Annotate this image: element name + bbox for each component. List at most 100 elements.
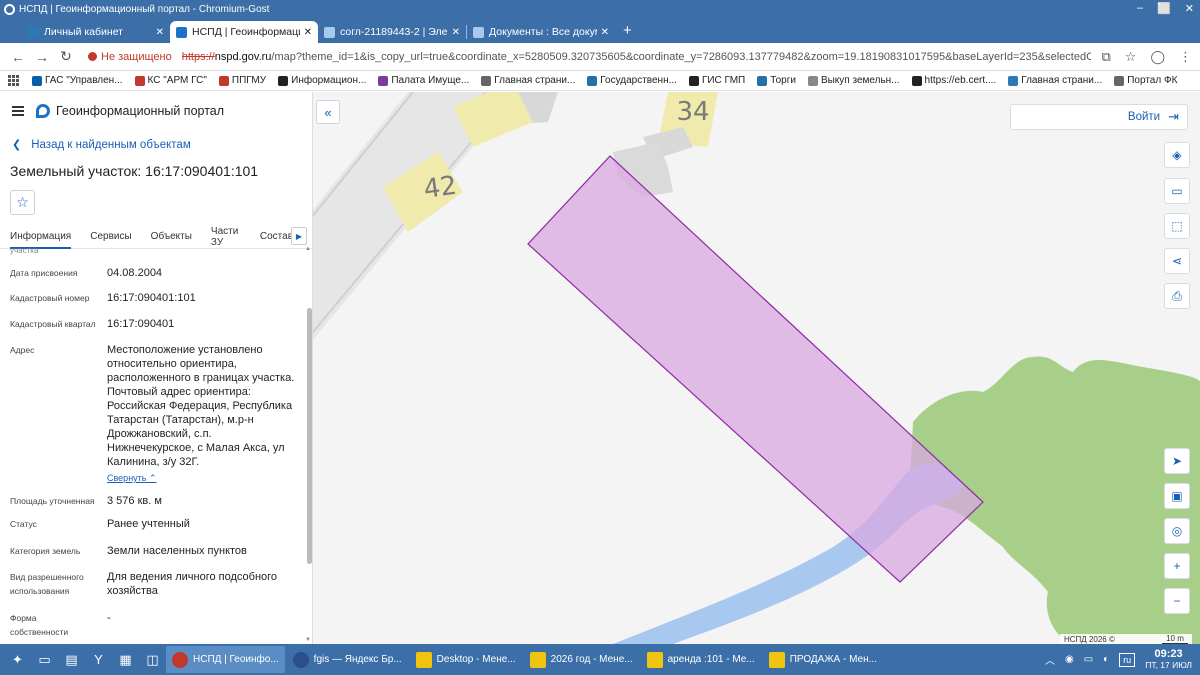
apps-grid-icon[interactable] [8,74,20,87]
taskbar-app[interactable]: Desktop - Мене... [410,646,522,673]
bookmark-item[interactable]: КС "АРМ ГС" [134,75,207,86]
app-icon [292,651,309,668]
tab-documents[interactable]: Документы : Все докуме ✕ [467,21,615,43]
tab-label: Личный кабинет [44,26,123,38]
bookmark-item[interactable]: Главная страни... [1008,75,1102,86]
taskbar-app[interactable]: аренда :101 - Ме... [641,646,761,673]
bookmark-item[interactable]: Выкуп земельн... [807,75,900,86]
keyboard-layout[interactable]: ru [1119,652,1136,667]
scrollbar-thumb[interactable] [307,308,312,564]
collapse-panel-button[interactable]: « [316,100,340,124]
location-search-button[interactable]: ◎ [1164,518,1190,544]
start-menu-icon[interactable]: ✦ [8,650,27,669]
tab-objects[interactable]: Объекты [151,225,192,249]
security-indicator[interactable]: Не защищено [88,51,172,63]
yandex-browser-icon[interactable]: Y [89,650,108,669]
minimize-icon[interactable]: ‒ [1137,2,1143,15]
tab-close-icon[interactable]: ✕ [452,27,460,38]
tab-nspd[interactable]: НСПД | Геоинформацио ✕ [170,21,318,43]
zoom-in-button[interactable]: + [1164,553,1190,579]
bookmark-favicon-icon [32,75,42,86]
bookmark-favicon-icon [1008,75,1019,86]
prop-key: Кадастровый квартал [10,319,96,329]
prop-key: Вид разрешенного использования [10,572,84,596]
tab-composition[interactable]: Состав [260,225,293,249]
hamburger-menu-icon[interactable] [12,104,24,118]
tab-close-icon[interactable]: ✕ [304,27,312,38]
scale-bar: 10 m [1162,634,1188,644]
taskbar-app[interactable]: ПРОДАЖА - Мен... [763,646,883,673]
taskbar-app[interactable]: 2026 год - Мене... [524,646,639,673]
prop-key: Форма собственности [10,613,69,637]
prop-value: 3 576 кв. м [107,495,162,507]
bookmark-star-icon[interactable]: ☆ [1125,49,1137,65]
tray-expand-icon[interactable]: ︿ [1045,652,1055,667]
menu-dots-icon[interactable]: ⋮ [1179,49,1192,65]
tabs-next-button[interactable]: ▶ [291,227,307,245]
profile-icon[interactable]: ◯ [1150,49,1165,65]
bookmark-favicon-icon [587,75,598,86]
tab-close-icon[interactable]: ✕ [156,27,164,38]
map-view[interactable]: 42 34 « Войти ⇥ ◈ ▭ ⬚ ⋖ ⎙ ➤ ▣ ◎ + − НСПД… [313,92,1200,644]
bookmark-item[interactable]: ППГМУ [218,75,266,86]
back-arrow-icon[interactable]: ← [8,49,28,65]
folder-icon [529,651,546,668]
tab-sogl[interactable]: согл-21189443-2 | Элект ✕ [318,21,466,43]
bookmark-label: ГИС ГМП [701,75,746,86]
share-button[interactable]: ⋖ [1164,248,1190,274]
print-button[interactable]: ⎙ [1164,283,1190,309]
zoom-out-button[interactable]: − [1164,588,1190,614]
share-icon: ⋖ [1171,254,1183,268]
basemap-button[interactable]: ▣ [1164,483,1190,509]
extensions-icon[interactable]: ⧉ [1101,49,1110,65]
bookmark-item[interactable]: Главная страни... [481,75,575,86]
bookmark-item[interactable]: ГАС "Управлен... [32,75,123,86]
bookmark-item[interactable]: https://eb.cert.... [911,75,996,86]
bookmark-item[interactable]: ГИС ГМП [688,75,746,86]
tab-cabinet[interactable]: Личный кабинет ✕ [22,21,170,43]
reload-icon[interactable]: ↻ [56,48,76,65]
new-tab-button[interactable]: + [615,22,640,43]
url-field[interactable]: https://nspd.gov.ru/map?theme_id=1&is_co… [182,51,1092,63]
scroll-up-icon[interactable]: ▲ [305,246,311,252]
select-area-button[interactable]: ⬚ [1164,213,1190,239]
panel-scrollbar[interactable]: ▲ ▼ [305,246,312,643]
volume-icon[interactable]: ◐ [1103,654,1109,665]
tab-close-icon[interactable]: ✕ [601,27,609,38]
clock[interactable]: 09:23 ПТ, 17 ИЮЛ [1145,648,1192,671]
bookmark-item[interactable]: Торги [757,75,796,86]
login-button[interactable]: Войти ⇥ [1010,104,1188,130]
maximize-icon[interactable]: ⬜ [1157,2,1171,15]
geolocate-button[interactable]: ➤ [1164,448,1190,474]
url-host: nspd.gov.ru [214,50,272,63]
network-icon[interactable]: ▤ [62,650,81,669]
collapse-link[interactable]: Свернуть ⌃ [107,471,297,485]
prop-row: Площадь уточненная 3 576 кв. м [10,494,300,508]
tray-app-icon[interactable]: ◉ [1065,654,1074,665]
bookmark-item[interactable]: Портал ФК [1114,75,1177,86]
tab-parts[interactable]: Части ЗУ [211,225,241,249]
screen-icon[interactable]: ▭ [1084,654,1093,665]
calendar-icon[interactable]: ▦ [116,650,135,669]
browser-tabs: Личный кабинет ✕ НСПД | Геоинформацио ✕ … [0,18,1200,43]
bookmark-label: Торги [770,75,796,86]
taskbar-app[interactable]: fgis — Яндекс Бр... [287,646,408,673]
back-to-results-link[interactable]: ❮ Назад к найденным объектам [0,138,312,152]
tab-services[interactable]: Сервисы [90,225,131,249]
taskbar-app[interactable]: НСПД | Геоинфо... [166,646,285,673]
file-manager-icon[interactable]: ▭ [35,650,54,669]
tab-info[interactable]: Информация [10,225,72,249]
bookmark-item[interactable]: Палата Имуще... [378,75,469,86]
book-icon[interactable]: ◫ [143,650,162,669]
measure-button[interactable]: ▭ [1164,178,1190,204]
layers-button[interactable]: ◈ [1164,142,1190,168]
os-taskbar: ✦ ▭ ▤ Y ▦ ◫ НСПД | Геоинфо... fgis — Янд… [0,644,1200,675]
bookmark-item[interactable]: Информацион... [278,75,366,86]
bookmark-item[interactable]: Государственн... [587,75,677,86]
scroll-down-icon[interactable]: ▼ [305,637,311,643]
warning-icon [88,52,97,61]
forward-arrow-icon[interactable]: → [32,49,52,65]
land-parcel-polygon[interactable] [527,155,984,583]
favorite-button[interactable]: ☆ [10,190,35,215]
close-icon[interactable]: ✕ [1185,2,1194,15]
